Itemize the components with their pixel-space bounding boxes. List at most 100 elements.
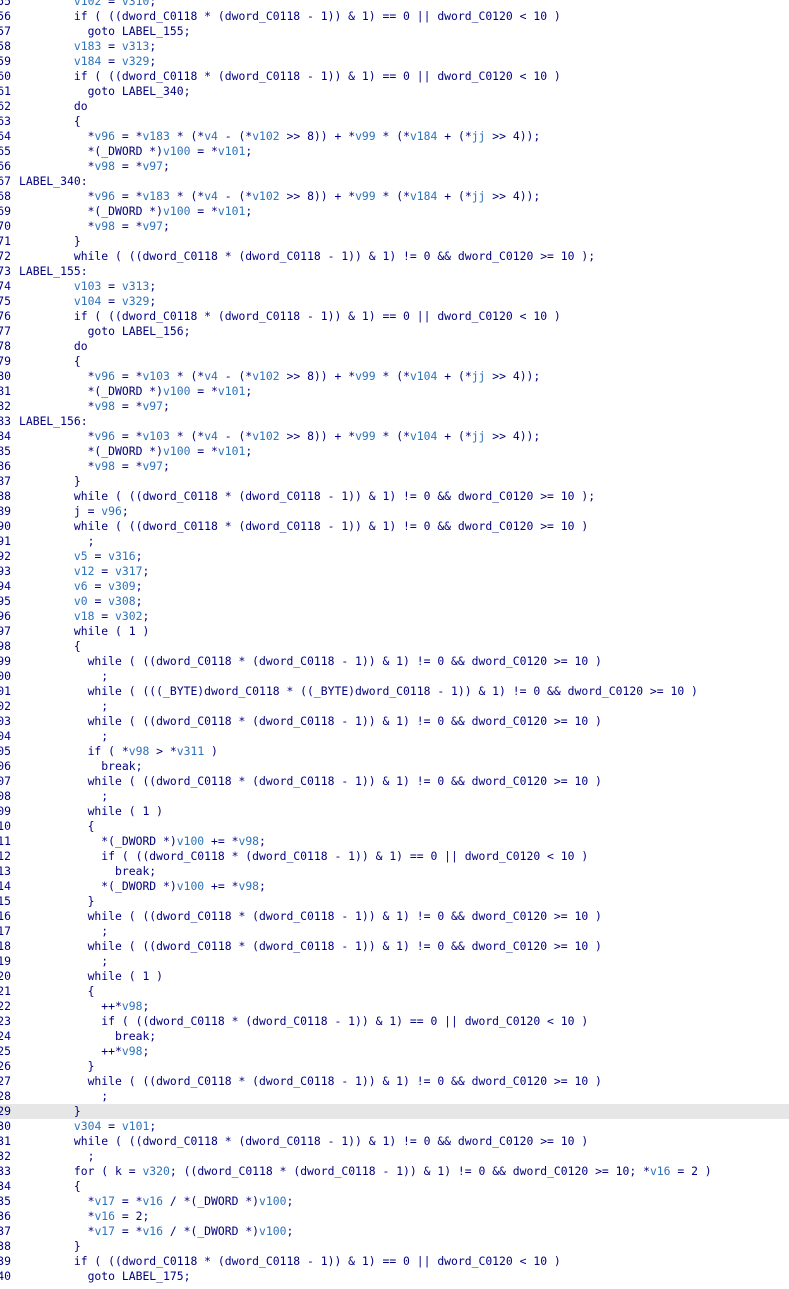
code-text[interactable]: *v96 = *v103 * (*v4 - (*v102 >> 8)) + *v… [19, 369, 541, 384]
code-text[interactable]: *v96 = *v103 * (*v4 - (*v102 >> 8)) + *v… [19, 429, 541, 444]
code-text[interactable]: while ( ((dword_C0118 * (dword_C0118 - 1… [19, 1134, 588, 1149]
code-text[interactable]: while ( ((dword_C0118 * (dword_C0118 - 1… [19, 939, 602, 954]
code-text[interactable]: v18 = v302; [19, 609, 149, 624]
code-line[interactable]: 85 *(_DWORD *)v100 = *v101; [0, 444, 789, 459]
code-text[interactable]: } [19, 1059, 95, 1074]
code-text[interactable]: ++*v98; [19, 1044, 149, 1059]
code-text[interactable]: *(_DWORD *)v100 = *v101; [19, 204, 253, 219]
code-line[interactable]: 37 *v17 = *v16 / *(_DWORD *)v100; [0, 1224, 789, 1239]
code-text[interactable]: { [19, 819, 95, 834]
code-text[interactable]: { [19, 639, 81, 654]
code-text[interactable]: goto LABEL_340; [19, 84, 191, 99]
code-text[interactable]: ; [19, 699, 108, 714]
code-line[interactable]: 81 *(_DWORD *)v100 = *v101; [0, 384, 789, 399]
code-text[interactable]: if ( ((dword_C0118 * (dword_C0118 - 1)) … [19, 849, 588, 864]
code-line[interactable]: 21 { [0, 984, 789, 999]
code-line[interactable]: 77 goto LABEL_156; [0, 324, 789, 339]
code-line[interactable]: 58 v183 = v313; [0, 39, 789, 54]
code-text[interactable]: while ( 1 ) [19, 624, 149, 639]
code-line[interactable]: 17 ; [0, 924, 789, 939]
code-line[interactable]: 65 *(_DWORD *)v100 = *v101; [0, 144, 789, 159]
code-line[interactable]: 20 while ( 1 ) [0, 969, 789, 984]
code-text[interactable]: *v96 = *v183 * (*v4 - (*v102 >> 8)) + *v… [19, 189, 541, 204]
code-text[interactable]: goto LABEL_156; [19, 324, 191, 339]
code-line[interactable]: 59 v184 = v329; [0, 54, 789, 69]
code-line[interactable]: 02 ; [0, 699, 789, 714]
code-line[interactable]: 87 } [0, 474, 789, 489]
code-line[interactable]: 57 goto LABEL_155; [0, 24, 789, 39]
code-line[interactable]: 38 } [0, 1239, 789, 1254]
code-line[interactable]: 40 goto LABEL_175; [0, 1269, 789, 1284]
code-line[interactable]: 94 v6 = v309; [0, 579, 789, 594]
code-line[interactable]: 30 v304 = v101; [0, 1119, 789, 1134]
code-text[interactable]: while ( ((dword_C0118 * (dword_C0118 - 1… [19, 774, 602, 789]
code-text[interactable]: *(_DWORD *)v100 += *v98; [19, 834, 266, 849]
code-line[interactable]: 76 if ( ((dword_C0118 * (dword_C0118 - 1… [0, 309, 789, 324]
code-line[interactable]: 14 *(_DWORD *)v100 += *v98; [0, 879, 789, 894]
code-line[interactable]: 22 ++*v98; [0, 999, 789, 1014]
code-line[interactable]: 61 goto LABEL_340; [0, 84, 789, 99]
code-text[interactable]: *v16 = 2; [19, 1209, 150, 1224]
code-line[interactable]: 06 break; [0, 759, 789, 774]
code-text[interactable]: break; [19, 864, 156, 879]
code-text[interactable]: *v96 = *v183 * (*v4 - (*v102 >> 8)) + *v… [19, 129, 541, 144]
code-line[interactable]: 79 { [0, 354, 789, 369]
code-text[interactable]: { [19, 984, 95, 999]
code-text[interactable]: LABEL_155: [19, 264, 88, 279]
code-text[interactable]: while ( ((dword_C0118 * (dword_C0118 - 1… [19, 519, 588, 534]
code-text[interactable]: } [19, 1104, 81, 1119]
code-line[interactable]: 15 } [0, 894, 789, 909]
code-text[interactable]: if ( ((dword_C0118 * (dword_C0118 - 1)) … [19, 1254, 561, 1269]
code-text[interactable]: *v98 = *v97; [19, 159, 170, 174]
code-line[interactable]: 27 while ( ((dword_C0118 * (dword_C0118 … [0, 1074, 789, 1089]
code-line[interactable]: 03 while ( ((dword_C0118 * (dword_C0118 … [0, 714, 789, 729]
code-line[interactable]: 00 ; [0, 669, 789, 684]
code-line[interactable]: 07 while ( ((dword_C0118 * (dword_C0118 … [0, 774, 789, 789]
code-text[interactable]: while ( ((dword_C0118 * (dword_C0118 - 1… [19, 1074, 602, 1089]
code-text[interactable]: ; [19, 729, 108, 744]
code-line[interactable]: 91 ; [0, 534, 789, 549]
code-text[interactable]: v304 = v101; [19, 1119, 156, 1134]
code-text[interactable]: LABEL_156: [19, 414, 88, 429]
code-text[interactable]: } [19, 894, 95, 909]
code-text[interactable]: ; [19, 1089, 108, 1104]
code-line[interactable]: 08 ; [0, 789, 789, 804]
code-line[interactable]: 24 break; [0, 1029, 789, 1044]
code-line[interactable]: 73 LABEL_155: [0, 264, 789, 279]
code-text[interactable]: do [19, 99, 88, 114]
code-text[interactable]: do [19, 339, 88, 354]
code-text[interactable]: *v17 = *v16 / *(_DWORD *)v100; [19, 1224, 294, 1239]
code-line[interactable]: 12 if ( ((dword_C0118 * (dword_C0118 - 1… [0, 849, 789, 864]
code-line[interactable]: 67 LABEL_340: [0, 174, 789, 189]
code-line[interactable]: 78 do [0, 339, 789, 354]
code-text[interactable]: ; [19, 534, 95, 549]
code-text[interactable]: v104 = v329; [19, 294, 156, 309]
code-line[interactable]: 11 *(_DWORD *)v100 += *v98; [0, 834, 789, 849]
code-line[interactable]: 56 if ( ((dword_C0118 * (dword_C0118 - 1… [0, 9, 789, 24]
code-line[interactable]: 97 while ( 1 ) [0, 624, 789, 639]
code-line[interactable]: 35 *v17 = *v16 / *(_DWORD *)v100; [0, 1194, 789, 1209]
code-line[interactable]: 69 *(_DWORD *)v100 = *v101; [0, 204, 789, 219]
code-line[interactable]: 05 if ( *v98 > *v311 ) [0, 744, 789, 759]
code-line[interactable]: 84 *v96 = *v103 * (*v4 - (*v102 >> 8)) +… [0, 429, 789, 444]
code-line[interactable]: 25 ++*v98; [0, 1044, 789, 1059]
code-line[interactable]: 95 v0 = v308; [0, 594, 789, 609]
code-line[interactable]: 34 { [0, 1179, 789, 1194]
code-line[interactable]: 82 *v98 = *v97; [0, 399, 789, 414]
code-line[interactable]: 01 while ( (((_BYTE)dword_C0118 * ((_BYT… [0, 684, 789, 699]
code-line[interactable]: 29 } [0, 1104, 789, 1119]
code-text[interactable]: if ( ((dword_C0118 * (dword_C0118 - 1)) … [19, 69, 561, 84]
code-line[interactable]: 28 ; [0, 1089, 789, 1104]
code-line[interactable]: 16 while ( ((dword_C0118 * (dword_C0118 … [0, 909, 789, 924]
code-line[interactable]: 96 v18 = v302; [0, 609, 789, 624]
code-line[interactable]: 88 while ( ((dword_C0118 * (dword_C0118 … [0, 489, 789, 504]
code-text[interactable]: while ( (((_BYTE)dword_C0118 * ((_BYTE)d… [19, 684, 698, 699]
code-line[interactable]: 99 while ( ((dword_C0118 * (dword_C0118 … [0, 654, 789, 669]
code-text[interactable]: if ( ((dword_C0118 * (dword_C0118 - 1)) … [19, 9, 561, 24]
code-text[interactable]: goto LABEL_155; [19, 24, 191, 39]
code-line[interactable]: 18 while ( ((dword_C0118 * (dword_C0118 … [0, 939, 789, 954]
code-text[interactable]: while ( 1 ) [19, 804, 163, 819]
code-line[interactable]: 23 if ( ((dword_C0118 * (dword_C0118 - 1… [0, 1014, 789, 1029]
code-line[interactable]: 64 *v96 = *v183 * (*v4 - (*v102 >> 8)) +… [0, 129, 789, 144]
code-line[interactable]: 71 } [0, 234, 789, 249]
